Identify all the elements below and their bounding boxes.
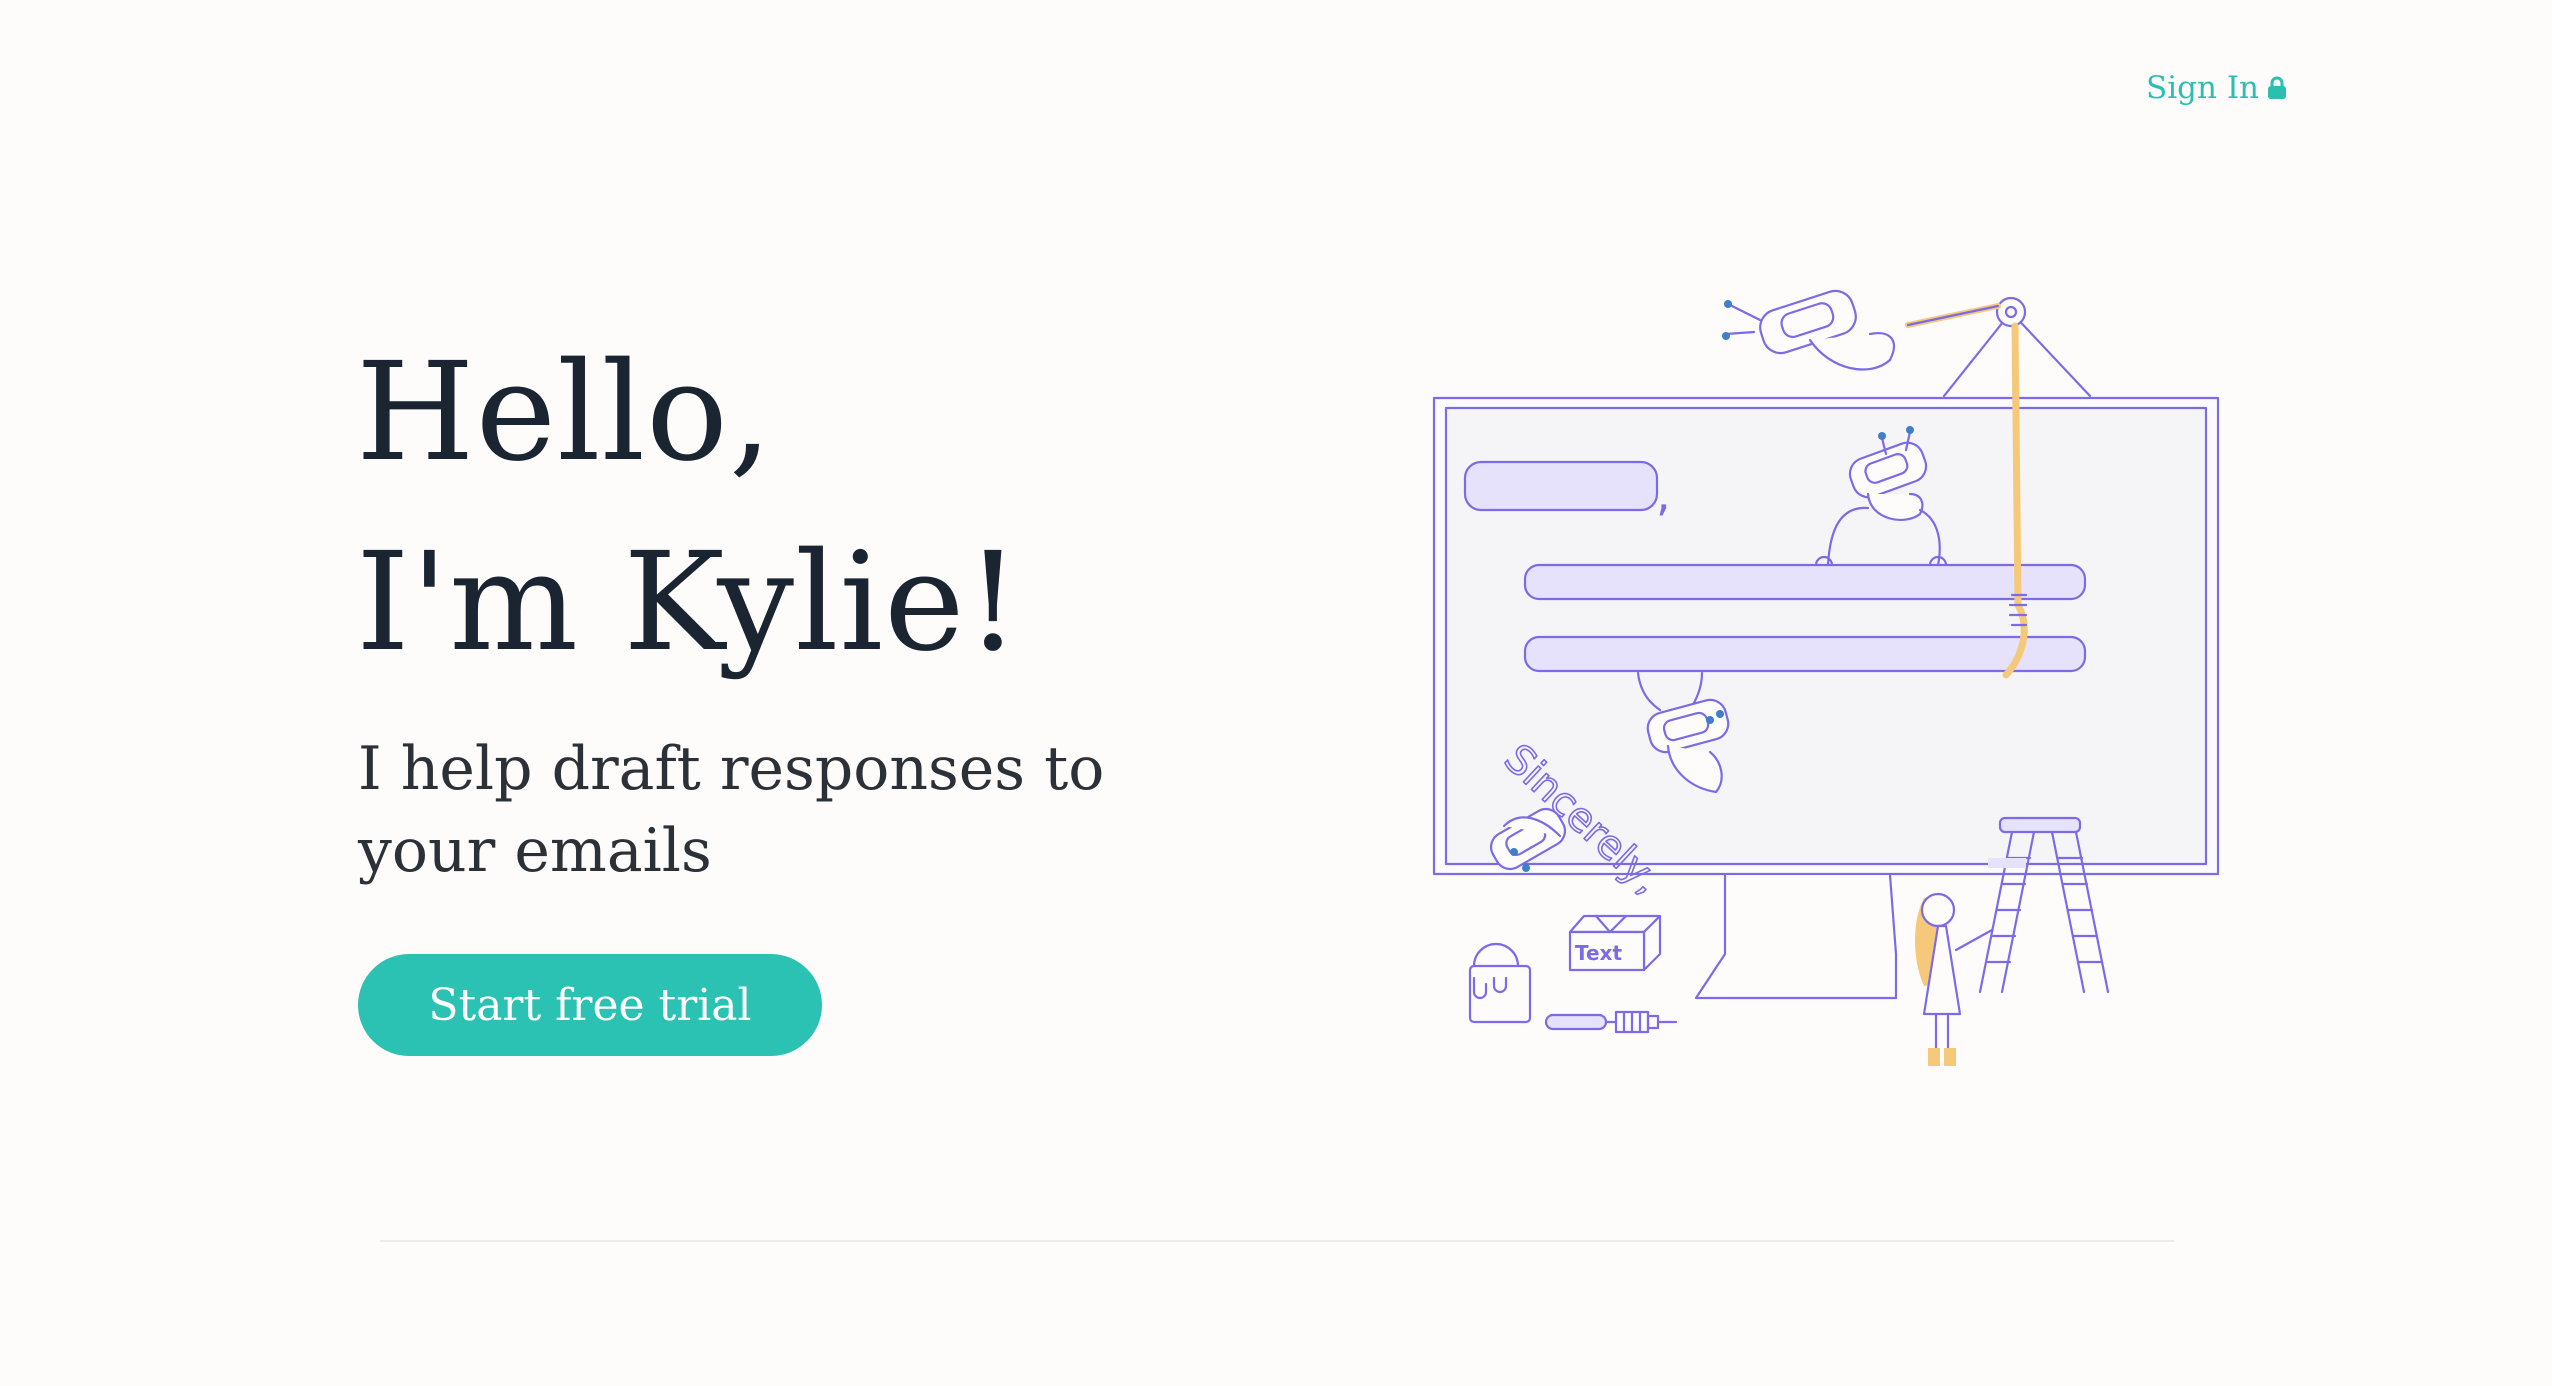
email-comma: , — [1656, 467, 1671, 521]
email-line-placeholder — [1523, 635, 2087, 673]
hero-illustration: , Sincerely, Text — [1432, 289, 2220, 1066]
sign-in-label: Sign In — [2146, 70, 2260, 106]
paint-bucket-icon — [1468, 942, 1532, 1024]
email-name-placeholder — [1463, 460, 1659, 512]
robot-top — [1722, 289, 1895, 371]
email-line-placeholder — [1523, 563, 2087, 601]
headline-greeting: Hello, — [356, 334, 774, 492]
lock-icon — [2267, 76, 2287, 100]
paint-brush-icon — [1614, 1010, 1678, 1034]
headline-name: I'm Kylie! — [356, 524, 1022, 682]
person-figure — [1915, 892, 1994, 1066]
text-box-label: Text — [1575, 941, 1622, 965]
paint-roller-icon — [1544, 1013, 1618, 1031]
monitor-stand — [1694, 873, 1898, 1000]
sign-in-link[interactable]: Sign In — [2146, 70, 2287, 106]
section-divider — [380, 1240, 2174, 1242]
pulley — [1905, 296, 2027, 328]
hero-headline: Hello, I'm Kylie! — [356, 318, 1021, 698]
start-free-trial-button[interactable]: Start free trial — [358, 954, 822, 1056]
hero-subtitle: I help draft responses to your emails — [358, 734, 1105, 886]
